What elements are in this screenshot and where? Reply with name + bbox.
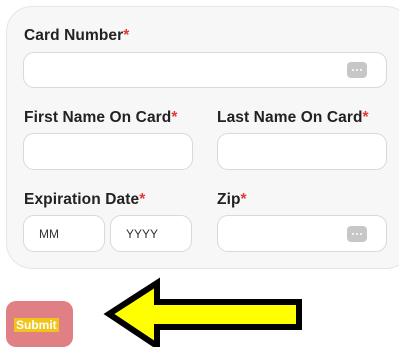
required-marker: * — [362, 109, 369, 126]
last-name-label-text: Last Name On Card — [217, 109, 363, 126]
zip-label: Zip* — [217, 191, 247, 209]
submit-button-label: Submit — [14, 318, 59, 332]
zip-label-text: Zip — [217, 191, 241, 208]
expiration-year-value: YYYY — [126, 226, 159, 241]
card-number-label: Card Number* — [24, 27, 129, 45]
required-marker: * — [139, 191, 146, 208]
required-marker: * — [240, 191, 247, 208]
expiration-year-field[interactable]: YYYY — [110, 215, 192, 252]
first-name-label: First Name On Card* — [24, 109, 178, 127]
required-marker: * — [171, 109, 178, 126]
last-name-field[interactable] — [217, 133, 387, 170]
zip-field[interactable] — [217, 215, 387, 252]
first-name-label-text: First Name On Card — [24, 109, 172, 126]
expiration-date-label-text: Expiration Date — [24, 191, 140, 208]
card-number-label-text: Card Number — [24, 27, 124, 44]
expiration-date-label: Expiration Date* — [24, 191, 145, 209]
expiration-month-value: MM — [39, 226, 59, 241]
first-name-field[interactable] — [23, 133, 193, 170]
more-dots-icon[interactable] — [347, 225, 367, 242]
card-number-field[interactable] — [23, 52, 387, 88]
expiration-month-field[interactable]: MM — [23, 215, 105, 252]
submit-button[interactable]: Submit — [6, 301, 73, 347]
required-marker: * — [123, 27, 130, 44]
payment-form-screen: Card Number* First Name On Card* Last Na… — [0, 0, 399, 347]
last-name-label: Last Name On Card* — [217, 109, 369, 127]
more-dots-icon[interactable] — [347, 62, 367, 78]
